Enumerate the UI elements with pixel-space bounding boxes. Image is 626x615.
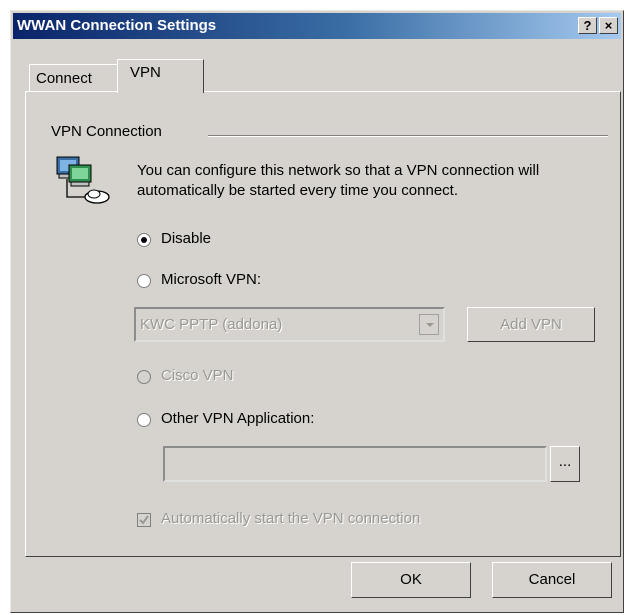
other-vpn-radio-label[interactable]: Other VPN Application:	[161, 410, 314, 427]
microsoft-vpn-radio-label[interactable]: Microsoft VPN:	[161, 271, 261, 288]
add-vpn-button[interactable]: Add VPN	[467, 307, 595, 342]
title-bar[interactable]: WWAN Connection Settings ? ×	[13, 13, 621, 39]
chevron-down-icon[interactable]	[419, 314, 439, 335]
dialog-window: WWAN Connection Settings ? × Connect VPN…	[10, 10, 624, 613]
network-connection-icon	[56, 156, 110, 204]
cancel-button[interactable]: Cancel	[492, 562, 612, 598]
vpn-connection-select-value: KWC PPTP (addona)	[140, 316, 283, 333]
vpn-tab-panel: VPN Connection You can configure this ne…	[25, 91, 621, 557]
ok-button[interactable]: OK	[351, 562, 471, 598]
other-vpn-radio[interactable]	[137, 413, 151, 427]
vpn-description: You can configure this network so that a…	[137, 162, 540, 199]
auto-start-checkbox-label[interactable]: Automatically start the VPN connection	[161, 510, 420, 527]
cisco-vpn-radio[interactable]	[137, 370, 151, 384]
microsoft-vpn-radio[interactable]	[137, 274, 151, 288]
checkmark-icon	[139, 515, 149, 525]
browse-button[interactable]: ...	[550, 446, 580, 482]
tab-vpn[interactable]: VPN	[117, 59, 204, 93]
vpn-connection-select[interactable]: KWC PPTP (addona)	[134, 307, 445, 342]
cisco-vpn-radio-label[interactable]: Cisco VPN	[161, 367, 234, 384]
auto-start-checkbox[interactable]	[137, 513, 151, 527]
window-title: WWAN Connection Settings	[17, 17, 217, 34]
group-divider	[208, 135, 608, 137]
close-button[interactable]: ×	[599, 17, 618, 34]
disable-radio-label[interactable]: Disable	[161, 230, 211, 247]
help-button[interactable]: ?	[578, 17, 597, 34]
tab-connect[interactable]: Connect	[29, 64, 119, 92]
add-vpn-button-label: Add VPN	[500, 316, 562, 333]
other-vpn-application-field[interactable]	[163, 446, 547, 482]
group-title: VPN Connection	[48, 123, 165, 140]
disable-radio[interactable]	[137, 233, 151, 247]
